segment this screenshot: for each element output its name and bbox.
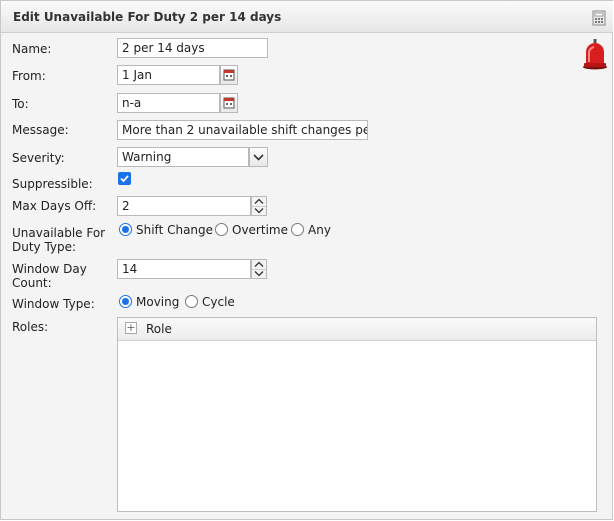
calculator-icon[interactable] [591,10,607,26]
from-label: From: [12,69,46,83]
radio-overtime-label: Overtime [232,223,288,237]
from-date-picker-button[interactable] [220,65,238,85]
radio-cycle[interactable] [185,295,198,308]
radio-shift-change[interactable] [119,223,132,236]
radio-shift-change-label: Shift Change [136,223,214,237]
calendar-icon [223,69,235,81]
panel-title: Edit Unavailable For Duty 2 per 14 days [13,10,282,24]
suppressible-label: Suppressible: [12,177,93,191]
roles-label: Roles: [12,320,49,334]
from-date-input[interactable]: 1 Jan [117,65,220,85]
suppressible-checkbox[interactable] [118,172,131,185]
radio-overtime[interactable] [215,223,228,236]
radio-moving-label: Moving [136,295,180,309]
message-label: Message: [12,123,69,137]
radio-moving[interactable] [119,295,132,308]
roles-grid-header: + Role [118,318,596,341]
calendar-icon [223,97,235,109]
spin-down-icon[interactable] [252,269,266,278]
roles-grid[interactable]: + Role [117,317,597,512]
max-days-off-spinner[interactable] [251,196,267,216]
add-role-icon[interactable]: + [125,322,137,334]
window-day-count-label-line1: Window Day [12,262,87,276]
message-input[interactable]: More than 2 unavailable shift changes pe… [117,120,368,140]
spin-down-icon[interactable] [252,206,266,215]
window-day-count-input[interactable]: 14 [117,259,251,279]
radio-any[interactable] [291,223,304,236]
name-label: Name: [12,42,52,56]
chevron-down-icon [253,154,264,161]
severity-select[interactable]: Warning [117,147,249,167]
window-day-count-spinner[interactable] [251,259,267,279]
role-column-header[interactable]: Role [146,322,172,336]
alarm-bell-icon [583,39,607,70]
panel-header: Edit Unavailable For Duty 2 per 14 days [1,1,613,33]
radio-cycle-label: Cycle [202,295,235,309]
severity-label: Severity: [12,151,65,165]
max-days-off-input[interactable]: 2 [117,196,251,216]
name-input[interactable]: 2 per 14 days [117,38,268,58]
window-type-label: Window Type: [12,297,95,311]
to-date-input[interactable]: n-a [117,93,220,113]
window-day-count-label-line2: Count: [12,276,52,290]
checkmark-icon [120,175,129,183]
max-days-off-label: Max Days Off: [12,199,97,213]
to-label: To: [12,97,29,111]
unavailable-type-label-line2: Duty Type: [12,240,77,254]
radio-any-label: Any [308,223,331,237]
unavailable-type-label-line1: Unavailable For [12,226,106,240]
severity-dropdown-button[interactable] [249,147,268,167]
to-date-picker-button[interactable] [220,93,238,113]
